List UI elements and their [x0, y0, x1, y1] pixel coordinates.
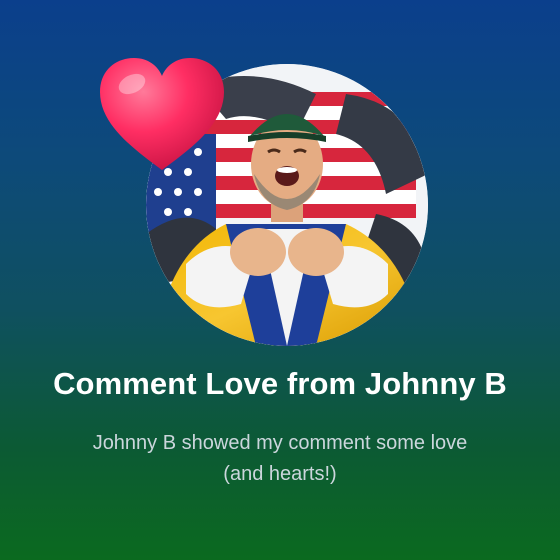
comment-love-card: Comment Love from Johnny B Johnny B show… — [0, 0, 560, 560]
heart-icon — [92, 52, 232, 176]
card-description: Johnny B showed my comment some love (an… — [92, 432, 468, 485]
card-title: Comment Love from Johnny B — [53, 366, 507, 401]
